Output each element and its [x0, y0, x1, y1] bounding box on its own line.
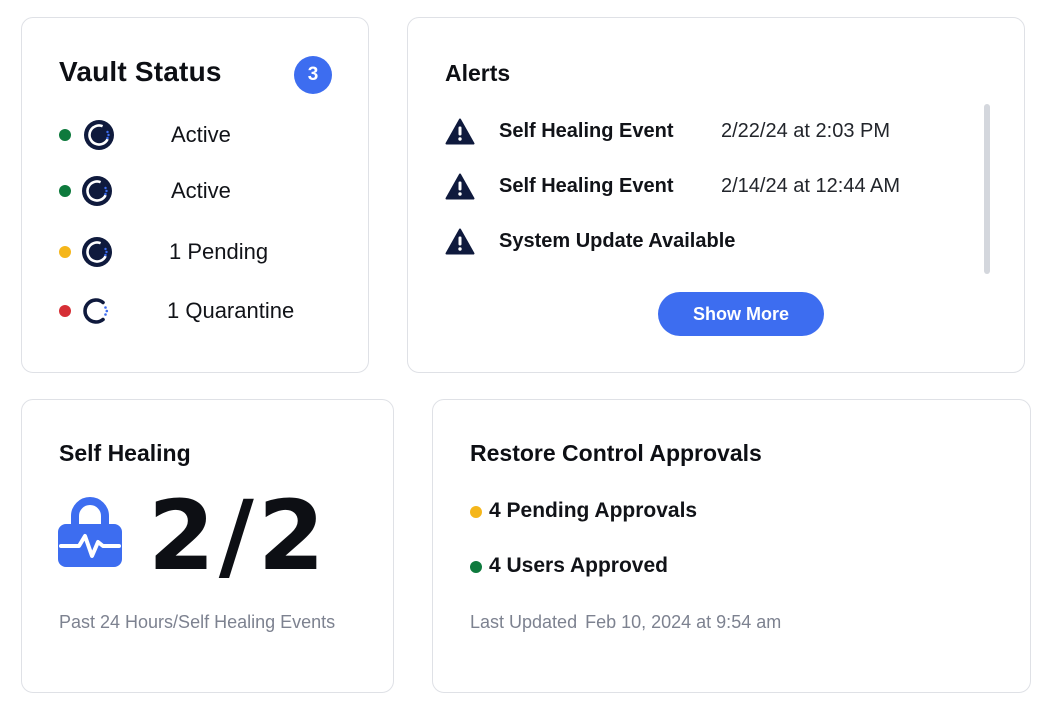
alert-item[interactable]: System Update Available — [445, 228, 965, 258]
alert-item[interactable]: Self Healing Event 2/14/24 at 12:44 AM — [445, 173, 965, 203]
last-updated-text: Last Updated Feb 10, 2024 at 9:54 am — [470, 612, 781, 633]
status-dot-pending — [59, 246, 71, 258]
vault-row-quarantine[interactable]: 1 Quarantine — [59, 295, 339, 329]
alert-name: System Update Available — [499, 230, 736, 252]
warning-icon — [445, 118, 475, 145]
approval-label: 4 Users Approved — [489, 554, 668, 577]
status-dot-active — [59, 129, 71, 141]
vault-row-active[interactable]: Active — [59, 175, 339, 209]
lock-heartbeat-icon — [58, 497, 122, 567]
last-updated-value: Feb 10, 2024 at 9:54 am — [585, 612, 782, 632]
vault-row-label: 1 Quarantine — [167, 298, 295, 323]
vault-row-active[interactable]: Active — [59, 119, 339, 153]
status-dot-active — [59, 185, 71, 197]
alert-name: Self Healing Event — [499, 175, 674, 197]
alert-name: Self Healing Event — [499, 120, 674, 142]
last-updated-label: Last Updated — [470, 612, 578, 632]
alert-time: 2/14/24 at 12:44 AM — [721, 175, 901, 197]
approval-label: 4 Pending Approvals — [489, 499, 698, 522]
vault-row-label: 1 Pending — [169, 239, 269, 264]
self-healing-card: Self Healing 2/2 Past 24 Hours/Self Heal… — [21, 399, 394, 693]
vault-row-label: Active — [171, 122, 231, 147]
status-dot-active — [470, 561, 482, 573]
self-healing-title: Self Healing — [59, 440, 191, 466]
alerts-card: Alerts Self Healing Event 2/22/24 at 2:0… — [407, 17, 1025, 373]
alert-time: 2/22/24 at 2:03 PM — [721, 120, 891, 142]
self-healing-subtitle: Past 24 Hours/Self Healing Events — [59, 612, 336, 632]
status-dot-pending — [470, 506, 482, 518]
vault-icon — [82, 176, 112, 206]
self-healing-count: 2/2 — [148, 480, 329, 592]
restore-control-card: Restore Control Approvals 4 Pending Appr… — [432, 399, 1031, 693]
restore-control-title: Restore Control Approvals — [470, 440, 762, 466]
alerts-title: Alerts — [445, 60, 511, 86]
vault-icon — [82, 237, 112, 267]
warning-icon — [445, 173, 475, 200]
vault-icon — [84, 120, 114, 150]
show-more-button[interactable]: Show More — [658, 292, 824, 336]
approval-item-approved[interactable]: 4 Users Approved — [470, 554, 870, 582]
vault-status-title: Vault Status — [59, 56, 222, 87]
vault-row-pending[interactable]: 1 Pending — [59, 236, 339, 270]
approval-item-pending[interactable]: 4 Pending Approvals — [470, 499, 870, 527]
vault-quarantine-icon — [83, 298, 109, 324]
vault-status-card: Vault Status 3 Active Active 1 Pending 1… — [21, 17, 369, 373]
status-dot-quarantine — [59, 305, 71, 317]
warning-icon — [445, 228, 475, 255]
alert-item[interactable]: Self Healing Event 2/22/24 at 2:03 PM — [445, 118, 965, 148]
alerts-scrollbar[interactable] — [984, 104, 990, 274]
vault-row-label: Active — [171, 178, 231, 203]
vault-count-badge: 3 — [294, 56, 332, 94]
